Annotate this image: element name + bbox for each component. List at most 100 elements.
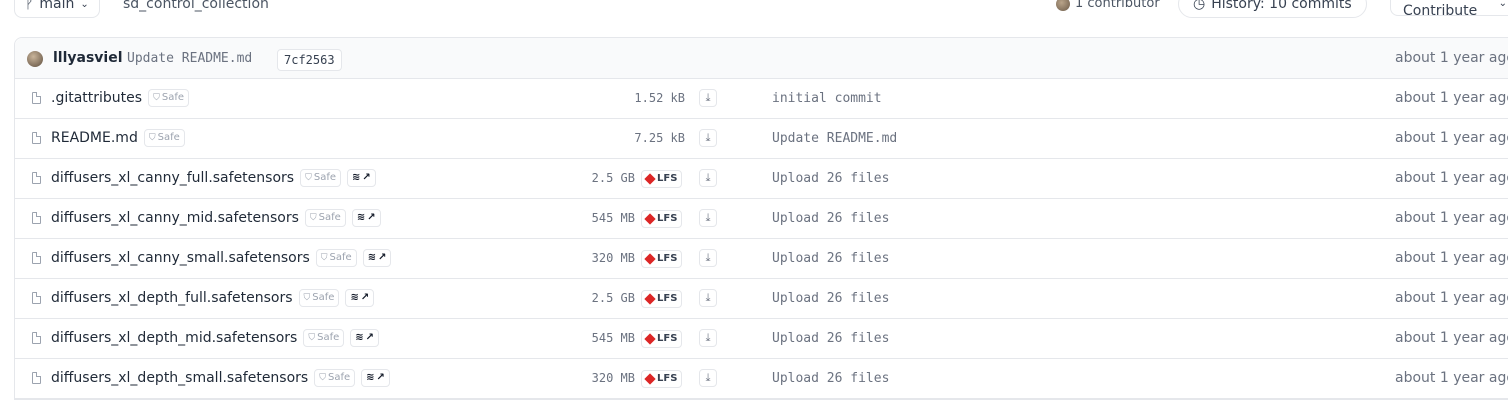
file-name-group: README.md ⛉ Safe [51, 129, 185, 147]
branch-icon: ᚹ [25, 0, 34, 12]
download-button[interactable]: ⤓ [699, 209, 717, 227]
layers-icon: ≋ [352, 172, 361, 183]
file-icon [32, 292, 41, 304]
table-row: diffusers_xl_canny_small.safetensors ⛉ Saf… [15, 239, 1508, 279]
safe-label: Safe [329, 252, 352, 263]
file-icon [32, 132, 41, 144]
external-arrow-icon: ↗ [365, 332, 375, 343]
file-name-link[interactable]: diffusers_xl_canny_mid.safetensors [51, 210, 299, 226]
lfs-badge: LFS [641, 170, 683, 188]
file-name-link[interactable]: diffusers_xl_canny_full.safetensors [51, 170, 294, 186]
file-name-link[interactable]: .gitattributes [51, 90, 142, 106]
file-icon [32, 172, 41, 184]
external-arrow-icon: ↗ [362, 172, 371, 183]
commit-date: about 1 year ago [1395, 50, 1508, 66]
download-button[interactable]: ⤓ [699, 129, 717, 147]
safe-label: Safe [317, 332, 340, 343]
lfs-label: LFS [657, 293, 678, 304]
download-button[interactable]: ⤓ [699, 289, 717, 307]
safe-badge[interactable]: ⛉ Safe [304, 209, 346, 227]
file-name-link[interactable]: diffusers_xl_depth_mid.safetensors [51, 330, 297, 346]
safe-badge[interactable]: ⛉ Safe [315, 249, 357, 267]
file-commit-message[interactable]: Upload 26 files [772, 371, 889, 386]
shield-icon: ⛉ [305, 173, 312, 183]
file-name-group: .gitattributes ⛉ Safe [51, 89, 189, 107]
file-name-link[interactable]: diffusers_xl_depth_small.safetensors [51, 370, 308, 386]
safe-label: Safe [312, 292, 335, 303]
commit-hash[interactable]: 7cf2563 [277, 49, 342, 71]
external-arrow-icon: ↗ [367, 212, 376, 223]
repo-toolbar: ᚹ main ⌄ sd_control_collection 1 contrib… [0, 0, 1508, 26]
file-name-group: diffusers_xl_depth_mid.safetensors ⛉ Safe ≋… [51, 329, 380, 347]
lfs-badge: LFS [641, 330, 683, 348]
tensor-viewer-button[interactable]: ≋ ↗ [350, 329, 380, 347]
lfs-cube-icon [644, 253, 656, 265]
download-icon: ⤓ [705, 171, 711, 184]
lfs-cube-icon [644, 293, 656, 305]
download-icon: ⤓ [705, 331, 711, 344]
contribute-button[interactable]: + Contribute ⌄ [1390, 0, 1508, 19]
commit-message[interactable]: Update README.md [127, 51, 252, 66]
file-commit-date: about 1 year ago [1395, 170, 1508, 186]
tensor-viewer-button[interactable]: ≋ ↗ [351, 209, 381, 227]
file-commit-message[interactable]: Upload 26 files [772, 251, 889, 266]
download-icon: ⤓ [705, 251, 711, 264]
lfs-label: LFS [657, 253, 678, 264]
safe-label: Safe [161, 92, 184, 103]
download-button[interactable]: ⤓ [699, 369, 717, 387]
external-arrow-icon: ↗ [360, 292, 370, 303]
file-table: lllyasviel Update README.md 7cf2563 abou… [14, 37, 1508, 400]
history-label: History: 10 commits [1211, 0, 1352, 12]
contributors-link[interactable]: 1 contributor [1056, 0, 1160, 11]
safe-badge[interactable]: ⛉ Safe [298, 289, 340, 307]
shield-icon: ⛉ [320, 253, 328, 263]
download-button[interactable]: ⤓ [699, 89, 717, 107]
download-icon: ⤓ [705, 91, 711, 104]
file-name-link[interactable]: diffusers_xl_depth_full.safetensors [51, 290, 293, 306]
tensor-viewer-button[interactable]: ≋ ↗ [362, 249, 392, 267]
file-size: 2.5 GB [591, 171, 635, 185]
chevron-down-icon: ⌄ [80, 0, 89, 10]
safe-badge[interactable]: ⛉ Safe [303, 329, 345, 347]
shield-icon: ⛉ [319, 373, 326, 383]
file-name-group: diffusers_xl_depth_small.safetensors ⛉ Saf… [51, 369, 390, 387]
safe-badge[interactable]: ⛉ Safe [314, 369, 356, 387]
file-name-link[interactable]: README.md [51, 130, 138, 146]
shield-icon: ⛉ [148, 133, 156, 143]
download-button[interactable]: ⤓ [699, 249, 717, 267]
safe-badge[interactable]: ⛉ Safe [300, 169, 341, 187]
safe-badge[interactable]: ⛉ Safe [143, 129, 185, 147]
lfs-cube-icon [644, 333, 656, 345]
contribute-label: + Contribute [1403, 0, 1478, 19]
external-arrow-icon: ↗ [376, 372, 385, 383]
file-size: 545 MB [591, 331, 635, 345]
layers-icon: ≋ [355, 332, 364, 343]
table-row: .gitattributes ⛉ Safe 1.52 kB ⤓ initial commi… [15, 79, 1508, 119]
file-size: 320 MB [591, 371, 635, 385]
file-name-link[interactable]: diffusers_xl_canny_small.safetensors [51, 250, 310, 266]
last-commit-row: lllyasviel Update README.md 7cf2563 abou… [15, 38, 1508, 79]
author-avatar[interactable] [27, 51, 43, 67]
safe-badge[interactable]: ⛉ Safe [148, 89, 189, 107]
tensor-viewer-button[interactable]: ≋ ↗ [345, 289, 375, 307]
lfs-badge: LFS [641, 210, 683, 228]
file-size: 545 MB [591, 211, 635, 225]
lfs-label: LFS [657, 213, 678, 224]
external-arrow-icon: ↗ [378, 252, 387, 263]
file-commit-message[interactable]: Upload 26 files [772, 291, 889, 306]
file-icon [32, 252, 41, 264]
branch-selector-button[interactable]: ᚹ main ⌄ [14, 0, 100, 18]
commit-author[interactable]: lllyasviel [53, 50, 123, 66]
file-commit-message[interactable]: Upload 26 files [772, 171, 889, 186]
lfs-badge: LFS [641, 370, 683, 388]
download-button[interactable]: ⤓ [699, 169, 717, 187]
file-commit-message[interactable]: Upload 26 files [772, 211, 889, 226]
history-button[interactable]: ◷ History: 10 commits [1178, 0, 1367, 18]
file-commit-message[interactable]: Upload 26 files [772, 331, 889, 346]
file-commit-message[interactable]: Update README.md [772, 131, 897, 146]
tensor-viewer-button[interactable]: ≋ ↗ [361, 369, 390, 387]
file-icon [32, 372, 41, 384]
download-button[interactable]: ⤓ [699, 329, 717, 347]
tensor-viewer-button[interactable]: ≋ ↗ [347, 169, 376, 187]
file-commit-message[interactable]: initial commit [772, 91, 882, 106]
